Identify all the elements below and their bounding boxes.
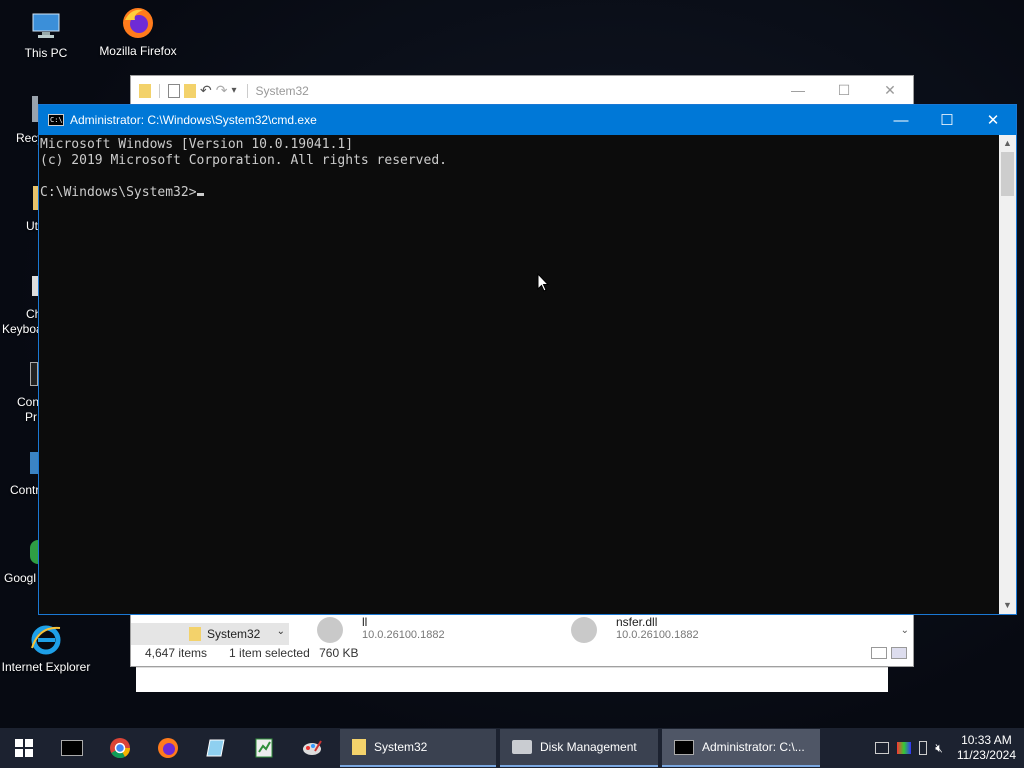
control-panel-icon bbox=[30, 452, 38, 474]
taskbar-pinned-spreadsheet[interactable] bbox=[240, 728, 288, 768]
close-icon[interactable]: ✕ bbox=[970, 105, 1016, 135]
chevron-down-icon[interactable]: ⌄ bbox=[277, 626, 285, 637]
firefox-icon bbox=[158, 738, 178, 758]
pc-icon bbox=[29, 8, 63, 42]
desktop-icon-internet-explorer[interactable]: Internet Explorer bbox=[0, 622, 92, 674]
cmd-icon: C:\ bbox=[48, 114, 64, 126]
new-folder-icon[interactable] bbox=[184, 83, 196, 98]
taskbar: System32 Disk Management Administrator: … bbox=[0, 728, 1024, 768]
cmd-window: C:\ Administrator: C:\Windows\System32\c… bbox=[38, 104, 1017, 615]
background-window-strip bbox=[136, 667, 888, 692]
item-count: 4,647 items bbox=[145, 646, 208, 660]
scroll-up-icon[interactable]: ▲ bbox=[999, 135, 1016, 152]
desktop-icon-control-panel-label[interactable]: Contr bbox=[10, 483, 39, 497]
folder-icon bbox=[139, 83, 151, 98]
desktop-icon-this-pc[interactable]: This PC bbox=[0, 8, 92, 60]
desktop-icon-command-prompt-label-line1[interactable]: Con bbox=[17, 395, 39, 409]
mouse-pointer-icon bbox=[537, 273, 549, 292]
desktop-icon-utilities-label[interactable]: Ut bbox=[26, 219, 38, 233]
clock-time: 10:33 AM bbox=[961, 733, 1012, 747]
scrollbar-thumb[interactable] bbox=[1001, 152, 1014, 196]
status-bar: 4,647 items 1 item selected 760 KB bbox=[131, 640, 913, 666]
selection-text: 1 item selected bbox=[229, 646, 310, 660]
minimize-icon[interactable]: — bbox=[878, 105, 924, 135]
spreadsheet-icon bbox=[255, 738, 273, 758]
volume-muted-icon[interactable]: 🔇︎ bbox=[935, 741, 943, 756]
start-button[interactable] bbox=[0, 728, 48, 768]
explorer-titlebar: ↶ ↷ ▾ System32 — ☐ ✕ bbox=[131, 76, 913, 105]
clock-date: 11/23/2024 bbox=[956, 748, 1016, 762]
large-icons-view-icon[interactable] bbox=[891, 647, 907, 659]
desktop-icon-command-prompt-label-line2[interactable]: Pr bbox=[25, 410, 37, 424]
network-icon[interactable] bbox=[875, 742, 890, 754]
undo-icon[interactable]: ↶ bbox=[200, 82, 212, 99]
system-tray: 🔇︎ 10:33 AM 11/23/2024 bbox=[875, 733, 1024, 763]
notepad-icon bbox=[206, 739, 225, 757]
close-icon[interactable]: ✕ bbox=[867, 82, 913, 99]
taskbar-pinned-firefox[interactable] bbox=[144, 728, 192, 768]
maximize-icon[interactable]: ☐ bbox=[821, 82, 867, 99]
clock[interactable]: 10:33 AM 11/23/2024 bbox=[957, 733, 1016, 763]
cmd-title: Administrator: C:\Windows\System32\cmd.e… bbox=[70, 113, 317, 127]
windows-logo-icon bbox=[15, 739, 33, 757]
desktop-icon-label: Mozilla Firefox bbox=[99, 44, 177, 58]
file-name: ll bbox=[362, 615, 368, 629]
desktop-icon-keyboard-label-line2[interactable]: Keyboa bbox=[2, 322, 43, 336]
taskbar-pinned-cmd[interactable] bbox=[48, 728, 96, 768]
ie-icon bbox=[29, 622, 63, 656]
taskbar-app-cmd[interactable]: Administrator: C:\... bbox=[662, 729, 820, 767]
taskbar-app-label: System32 bbox=[374, 740, 428, 754]
cmd-icon bbox=[30, 362, 38, 386]
scroll-down-icon[interactable]: ▼ bbox=[999, 597, 1016, 614]
details-view-icon[interactable] bbox=[871, 647, 887, 659]
cmd-titlebar[interactable]: C:\ Administrator: C:\Windows\System32\c… bbox=[39, 105, 1016, 135]
console-line: Microsoft Windows [Version 10.0.19041.1] bbox=[40, 137, 354, 152]
taskbar-pinned-notepad[interactable] bbox=[192, 728, 240, 768]
taskbar-app-label: Disk Management bbox=[540, 740, 637, 754]
redo-icon[interactable]: ↷ bbox=[216, 82, 228, 99]
minimize-icon[interactable]: — bbox=[775, 82, 821, 99]
desktop-icon-firefox[interactable]: Mozilla Firefox bbox=[92, 6, 184, 58]
file-name: nsfer.dll bbox=[616, 615, 658, 629]
desktop-icon-label: This PC bbox=[24, 46, 68, 60]
color-icon[interactable] bbox=[897, 742, 912, 754]
maximize-icon[interactable]: ☐ bbox=[924, 105, 970, 135]
cmd-icon bbox=[674, 739, 694, 755]
paint-icon bbox=[303, 740, 322, 755]
chrome-icon bbox=[110, 738, 131, 759]
taskbar-app-disk-management[interactable]: Disk Management bbox=[500, 729, 658, 767]
taskbar-app-system32[interactable]: System32 bbox=[340, 729, 496, 767]
usb-icon[interactable] bbox=[919, 741, 928, 755]
customize-dropdown-icon[interactable]: ▾ bbox=[231, 85, 236, 96]
text-cursor bbox=[196, 193, 204, 196]
chrome-icon bbox=[30, 540, 38, 564]
disk-icon bbox=[512, 740, 532, 754]
separator bbox=[159, 83, 160, 98]
properties-icon[interactable] bbox=[168, 83, 180, 98]
taskbar-pinned-chrome[interactable] bbox=[96, 728, 144, 768]
explorer-title: System32 bbox=[246, 83, 309, 98]
nav-item-label: System32 bbox=[207, 627, 261, 641]
firefox-icon bbox=[121, 6, 155, 40]
file-item[interactable]: nsfer.dll 10.0.26100.1882 bbox=[571, 615, 699, 643]
cmd-icon bbox=[61, 740, 83, 756]
desktop-icon-google-chrome-label[interactable]: Googl bbox=[4, 571, 36, 585]
vertical-scrollbar[interactable]: ▲ ▼ bbox=[999, 135, 1016, 614]
console-line: (c) 2019 Microsoft Corporation. All righ… bbox=[40, 153, 447, 168]
console-output[interactable]: Microsoft Windows [Version 10.0.19041.1]… bbox=[39, 135, 999, 614]
folder-icon bbox=[189, 627, 201, 641]
file-item[interactable]: ll 10.0.26100.1882 bbox=[317, 615, 445, 643]
folder-icon bbox=[352, 739, 366, 755]
console-prompt: C:\Windows\System32> bbox=[40, 185, 197, 200]
taskbar-app-label: Administrator: C:\... bbox=[702, 740, 805, 754]
taskbar-pinned-paint[interactable] bbox=[288, 728, 336, 768]
desktop-icon-label: Internet Explorer bbox=[1, 660, 91, 674]
scroll-down-icon[interactable]: ⌄ bbox=[901, 625, 909, 636]
selection-size: 760 KB bbox=[319, 646, 359, 660]
quick-access-toolbar: ↶ ↷ ▾ bbox=[139, 82, 237, 99]
